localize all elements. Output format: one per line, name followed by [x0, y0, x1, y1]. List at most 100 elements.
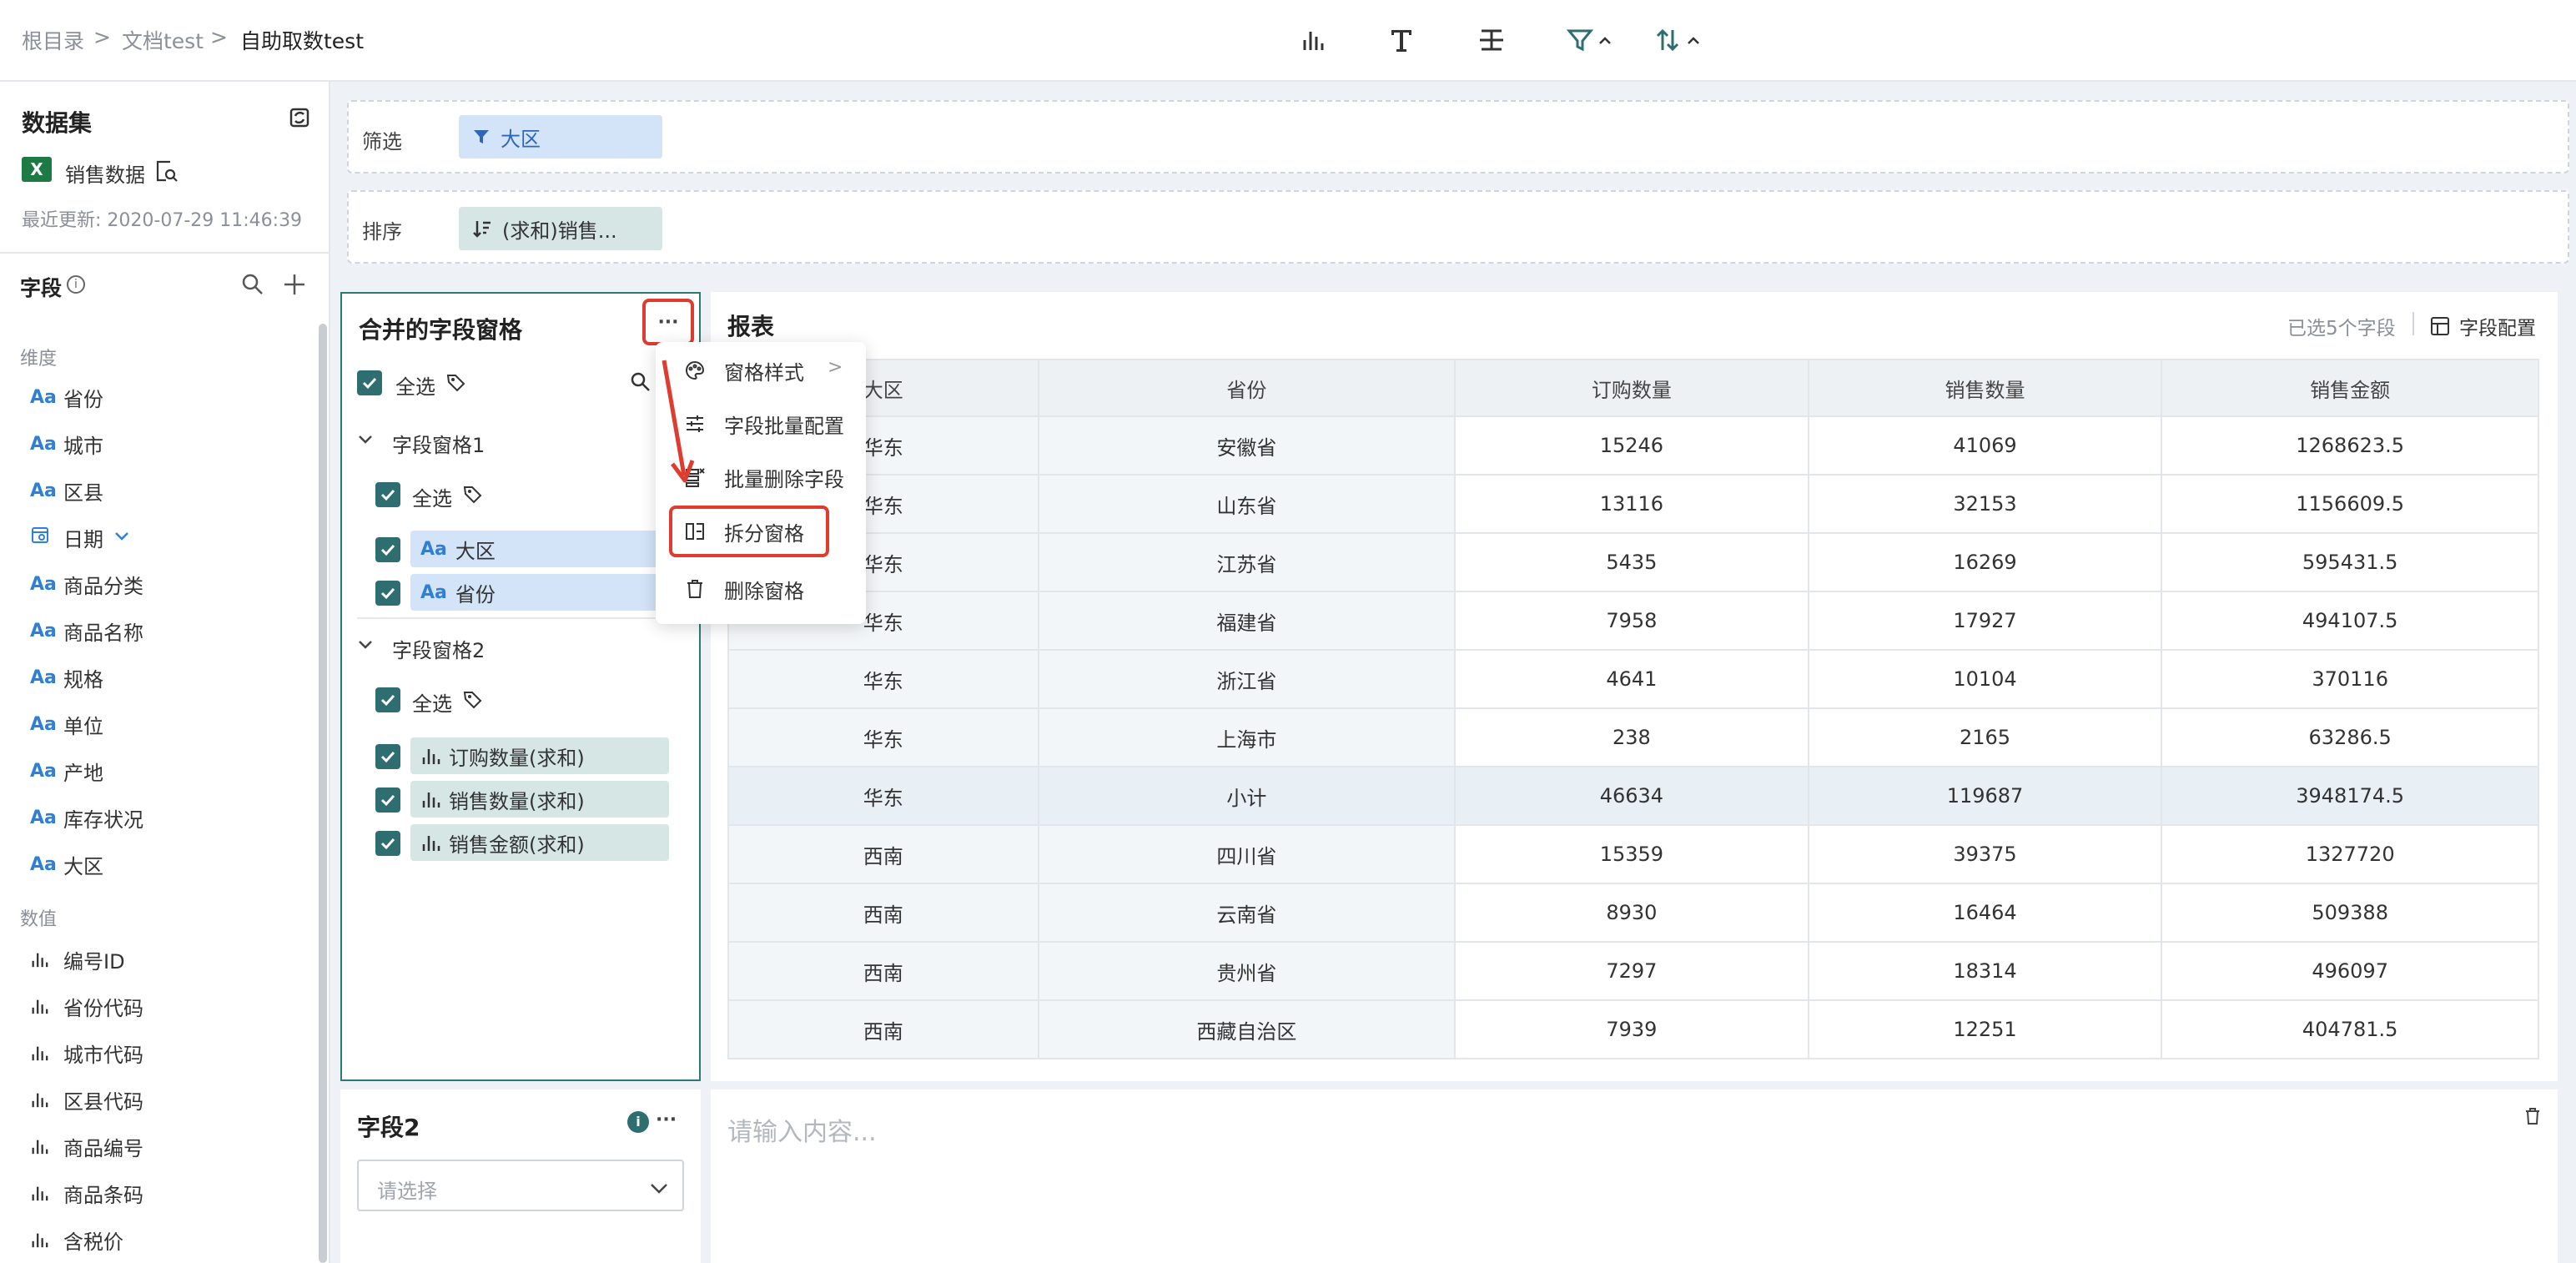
group2-select-all-checkbox[interactable]: [375, 687, 400, 712]
sidebar-dimension-item[interactable]: 日期: [30, 521, 130, 554]
sort-bar[interactable]: 排序 (求和)销售...: [347, 190, 2569, 264]
field-chip-province[interactable]: Aa 省份: [410, 574, 669, 611]
field-chip-sales-amount[interactable]: 销售金额(求和): [410, 824, 669, 861]
column-header[interactable]: 订购数量: [1454, 359, 1809, 417]
group1-title[interactable]: 字段窗格1: [392, 429, 485, 458]
dataset-name[interactable]: 销售数据: [65, 159, 145, 188]
sidebar-dimension-item[interactable]: Aa 城市: [30, 427, 103, 460]
field-config-button[interactable]: 字段配置: [2429, 312, 2536, 340]
table-cell: 福建省: [1037, 591, 1457, 651]
chevron-down-icon[interactable]: [357, 636, 374, 656]
sidebar-dimension-item[interactable]: Aa 单位: [30, 707, 103, 741]
refresh-icon[interactable]: [287, 105, 312, 133]
more-button[interactable]: ···: [656, 1110, 677, 1130]
sidebar-dimension-item[interactable]: Aa 区县: [30, 474, 103, 507]
sidebar-dimension-item[interactable]: Aa 规格: [30, 661, 103, 694]
sidebar-measure-item[interactable]: 城市代码: [30, 1036, 143, 1069]
sidebar-measure-item[interactable]: 区县代码: [30, 1083, 143, 1116]
field-checkbox[interactable]: [375, 537, 400, 562]
chevron-down-icon[interactable]: [357, 430, 374, 450]
table-row[interactable]: 西南 贵州省 7297 18314 496097: [727, 941, 2539, 1001]
table-cell: 西南: [727, 883, 1039, 943]
subtotal-row[interactable]: 华东 小计 46634 119687 3948174.5: [727, 766, 2539, 826]
filter-icon[interactable]: [1567, 20, 1617, 60]
text-editor-pane[interactable]: 请输入内容...: [711, 1089, 2558, 1263]
table-row[interactable]: 华东 安徽省 15246 41069 1268623.5: [727, 415, 2539, 476]
breadcrumb-root[interactable]: 根目录: [22, 25, 84, 55]
field-chip-sales-qty[interactable]: 销售数量(求和): [410, 781, 669, 818]
column-header[interactable]: 省份: [1037, 359, 1457, 417]
info-icon[interactable]: i: [67, 275, 85, 294]
sidebar-scrollbar[interactable]: [319, 324, 327, 1263]
dataset-preview-icon[interactable]: [153, 159, 179, 187]
bar-chart-icon[interactable]: [1295, 20, 1331, 60]
field-checkbox[interactable]: [375, 787, 400, 813]
select-all-checkbox[interactable]: [357, 370, 382, 395]
filter-chip[interactable]: 大区: [459, 115, 662, 159]
sidebar-dimension-item[interactable]: Aa 商品名称: [30, 614, 143, 647]
sidebar-item-label: 商品分类: [63, 574, 143, 598]
search-icon[interactable]: [240, 272, 265, 300]
field-chip-order-qty[interactable]: 订购数量(求和): [410, 737, 669, 774]
chevron-down-icon[interactable]: [113, 526, 130, 549]
field-chip-region[interactable]: Aa 大区: [410, 531, 669, 567]
filter-bar[interactable]: 筛选 大区: [347, 100, 2569, 174]
breadcrumb-separator: >: [210, 25, 228, 49]
table-cell: 1156609.5: [2161, 474, 2539, 534]
menu-item-label: 删除窗格: [724, 579, 804, 603]
table-row[interactable]: 华东 福建省 7958 17927 494107.5: [727, 591, 2539, 651]
table-row[interactable]: 华东 山东省 13116 32153 1156609.5: [727, 474, 2539, 534]
breadcrumb-separator: >: [93, 25, 111, 49]
table-row[interactable]: 华东 上海市 238 2165 63286.5: [727, 707, 2539, 767]
info-icon[interactable]: i: [627, 1111, 649, 1133]
sidebar-dimension-item[interactable]: Aa 库存状况: [30, 801, 143, 834]
table-cell: 上海市: [1037, 707, 1457, 767]
sidebar-dimension-item[interactable]: Aa 产地: [30, 754, 103, 787]
sidebar-dimension-item[interactable]: Aa 商品分类: [30, 567, 143, 601]
field2-select[interactable]: 请选择: [357, 1160, 684, 1211]
sidebar-measure-item[interactable]: 省份代码: [30, 989, 143, 1023]
group2-title[interactable]: 字段窗格2: [392, 634, 485, 663]
column-header[interactable]: 销售金额: [2161, 359, 2539, 417]
menu-item-delete-pane[interactable]: 删除窗格: [656, 562, 866, 616]
add-field-icon[interactable]: [282, 272, 307, 300]
table-cell: 119687: [1807, 766, 2163, 826]
divider-icon[interactable]: [1473, 20, 1510, 60]
sidebar-measure-item[interactable]: 编号ID: [30, 943, 125, 976]
table-cell: 7297: [1454, 941, 1809, 1001]
sort-icon[interactable]: [1655, 20, 1705, 60]
measure-icon: [422, 793, 440, 808]
more-button[interactable]: ···: [642, 299, 694, 345]
search-icon[interactable]: [629, 370, 652, 397]
measure-icon: [30, 997, 63, 1015]
table-cell: 12251: [1807, 999, 2163, 1059]
table-cell: 238: [1454, 707, 1809, 767]
table-row[interactable]: 西南 云南省 8930 16464 509388: [727, 883, 2539, 943]
group1-select-all-checkbox[interactable]: [375, 482, 400, 507]
field-checkbox[interactable]: [375, 581, 400, 606]
table-cell: 13116: [1454, 474, 1809, 534]
table-row[interactable]: 华东 江苏省 5435 16269 595431.5: [727, 532, 2539, 592]
sidebar-dimension-item[interactable]: Aa 省份: [30, 380, 103, 414]
group1-select-all-label: 全选: [412, 487, 452, 511]
sidebar-measure-item[interactable]: 商品编号: [30, 1130, 143, 1163]
dataset-updated: 最近更新: 2020-07-29 11:46:39: [22, 210, 303, 231]
field-checkbox[interactable]: [375, 744, 400, 769]
column-header[interactable]: 销售数量: [1807, 359, 2163, 417]
table-row[interactable]: 西南 西藏自治区 7939 12251 404781.5: [727, 999, 2539, 1059]
report-table-viewport[interactable]: 大区 省份 订购数量 销售数量 销售金额 华东 安徽省 15246 41069 1268623.…: [727, 359, 2539, 1081]
menu-item-split-pane[interactable]: 拆分窗格: [669, 506, 829, 557]
breadcrumb-folder[interactable]: 文档test: [122, 25, 204, 55]
sidebar-item-label: 区县代码: [63, 1089, 143, 1114]
field-checkbox[interactable]: [375, 831, 400, 856]
sidebar-item-label: 区县: [63, 481, 103, 505]
table-cell: 5435: [1454, 532, 1809, 592]
table-row[interactable]: 华东 浙江省 4641 10104 370116: [727, 649, 2539, 709]
sidebar-measure-item[interactable]: 含税价: [30, 1223, 123, 1256]
sidebar-dimension-item[interactable]: Aa 大区: [30, 848, 103, 881]
delete-icon[interactable]: [2523, 1106, 2543, 1126]
text-icon[interactable]: [1383, 20, 1420, 60]
table-row[interactable]: 西南 四川省 15359 39375 1327720: [727, 824, 2539, 884]
sidebar-measure-item[interactable]: 商品条码: [30, 1176, 143, 1210]
sort-chip[interactable]: (求和)销售...: [459, 207, 662, 250]
